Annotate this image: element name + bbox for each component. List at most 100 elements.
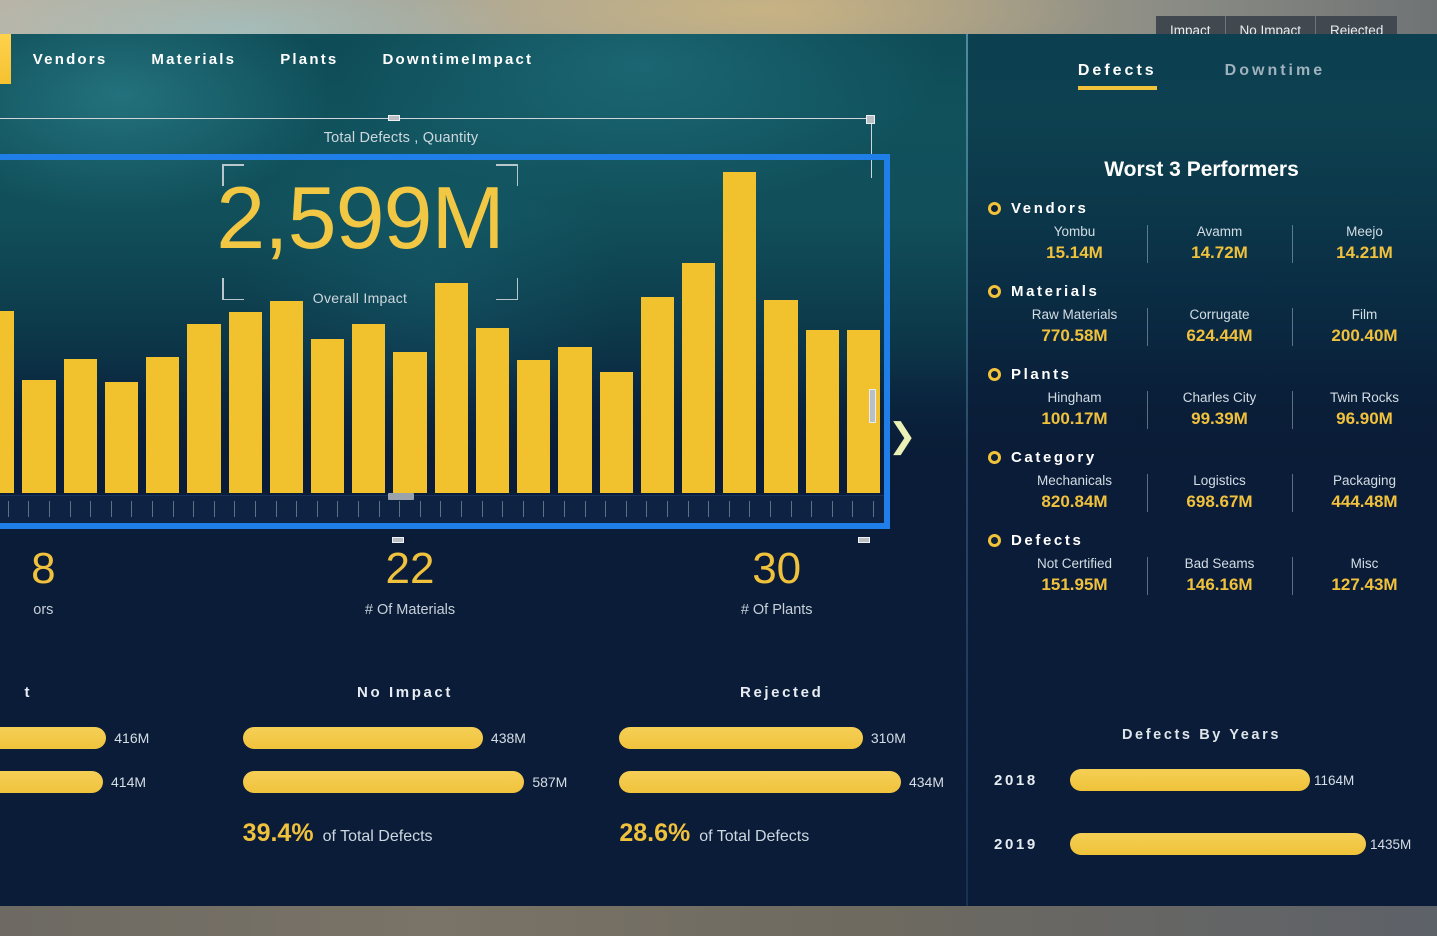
performer-value: 151.95M bbox=[1041, 575, 1108, 594]
section-header: Defects bbox=[988, 532, 1437, 549]
section-title: Vendors bbox=[1011, 200, 1089, 217]
performer-name: Logistics bbox=[1193, 473, 1246, 488]
section-items: Yombu 15.14M Avamm 14.72M Meejo 14.21M bbox=[988, 221, 1437, 269]
performer-item[interactable]: Hingham 100.17M bbox=[1002, 387, 1147, 435]
performer-item[interactable]: Meejo 14.21M bbox=[1292, 221, 1437, 269]
performer-section: Vendors Yombu 15.14M Avamm 14.72M Meejo 14.21M bbox=[966, 200, 1437, 269]
performer-item[interactable]: Twin Rocks 96.90M bbox=[1292, 387, 1437, 435]
impact-bar-row: 414M bbox=[0, 771, 191, 793]
no-impact-percent: 39.4% bbox=[242, 819, 314, 847]
section-items: Not Certified 151.95M Bad Seams 146.16M Misc… bbox=[988, 553, 1437, 601]
performer-value: 99.39M bbox=[1191, 409, 1248, 428]
no-impact-bar-1 bbox=[242, 727, 483, 749]
nav-item-downtimeimpact[interactable]: DowntimeImpact bbox=[360, 34, 555, 84]
performer-item[interactable]: Misc 127.43M bbox=[1292, 553, 1437, 601]
performer-item[interactable]: Corrugate 624.44M bbox=[1147, 304, 1292, 352]
no-impact-bar-row: 438M bbox=[242, 727, 568, 749]
section-items: Hingham 100.17M Charles City 99.39M Twin Roc… bbox=[988, 387, 1437, 435]
selection-top-line bbox=[0, 118, 872, 119]
kpi-plants-label: # Of Plants bbox=[740, 602, 813, 619]
nav-item-vendors[interactable]: Vendors bbox=[11, 34, 130, 84]
selection-handle-top[interactable] bbox=[388, 115, 400, 121]
ring-bullet-icon bbox=[988, 202, 1001, 215]
kpi-vendors-value: 8 bbox=[31, 544, 56, 593]
no-impact-group-title: No Impact bbox=[357, 684, 453, 701]
performer-item[interactable]: Bad Seams 146.16M bbox=[1147, 553, 1292, 601]
selection-handle-bottom-right[interactable] bbox=[858, 537, 870, 543]
rejected-percent-label: of Total Defects bbox=[699, 828, 810, 845]
selection-handle-top-right[interactable] bbox=[866, 115, 875, 124]
ring-bullet-icon bbox=[988, 368, 1001, 381]
selection-handle-right[interactable] bbox=[869, 389, 876, 423]
impact-breakdown-row: t 416M 414M of Total Defects No Impact bbox=[0, 684, 970, 848]
section-title: Plants bbox=[1011, 366, 1072, 383]
no-impact-bar-2-value: 587M bbox=[532, 774, 568, 790]
impact-bar-2 bbox=[0, 771, 103, 793]
kpi-counters-row: 8 ors 22 # Of Materials 30 # Of Plants bbox=[0, 544, 960, 619]
impact-group-rejected: Rejected 310M 434M 28.6% of Total Defect… bbox=[593, 684, 970, 848]
chevron-right-icon[interactable]: ❯ bbox=[888, 419, 917, 453]
performer-section: Defects Not Certified 151.95M Bad Seams 146.… bbox=[966, 532, 1437, 601]
performer-item[interactable]: Packaging 444.48M bbox=[1292, 470, 1437, 518]
year-label-2019: 2019 bbox=[994, 835, 1038, 853]
year-bar-2018 bbox=[1070, 769, 1310, 791]
performer-item[interactable]: Charles City 99.39M bbox=[1147, 387, 1292, 435]
kpi-vendors: 8 ors bbox=[0, 544, 227, 618]
performer-value: 200.40M bbox=[1331, 326, 1398, 345]
year-label-2018: 2018 bbox=[994, 771, 1038, 789]
performer-name: Mechanicals bbox=[1036, 473, 1113, 488]
rejected-bar-2 bbox=[619, 771, 901, 793]
nav-item-materials[interactable]: Materials bbox=[129, 34, 258, 84]
rejected-footer: 28.6% of Total Defects bbox=[619, 819, 944, 848]
section-title: Category bbox=[1011, 449, 1097, 466]
performer-item[interactable]: Mechanicals 820.84M bbox=[1002, 470, 1147, 518]
performer-value: 770.58M bbox=[1041, 326, 1108, 345]
performer-name: Hingham bbox=[1047, 390, 1102, 405]
performer-value: 100.17M bbox=[1041, 409, 1108, 428]
no-impact-bar-2 bbox=[242, 771, 525, 793]
power-bi-report-window: Impact No Impact Rejected iew Vendors Ma… bbox=[0, 0, 1437, 936]
worst-performers-sections: Vendors Yombu 15.14M Avamm 14.72M Meejo 14.21M… bbox=[966, 200, 1437, 615]
performer-name: Meejo bbox=[1346, 224, 1383, 239]
rejected-bar-2-value: 434M bbox=[908, 774, 945, 790]
kpi-materials: 22 # Of Materials bbox=[227, 544, 594, 618]
performer-item[interactable]: Logistics 698.67M bbox=[1147, 470, 1292, 518]
performer-item[interactable]: Avamm 14.72M bbox=[1147, 221, 1292, 269]
panel-title: Worst 3 Performers bbox=[1104, 158, 1299, 181]
section-items: Raw Materials 770.58M Corrugate 624.44M Film… bbox=[988, 304, 1437, 352]
tab-downtime[interactable]: Downtime bbox=[1225, 62, 1325, 90]
performer-item[interactable]: Yombu 15.14M bbox=[1002, 221, 1147, 269]
selection-handle-bottom[interactable] bbox=[392, 537, 404, 543]
performer-name: Bad Seams bbox=[1184, 556, 1255, 571]
performer-item[interactable]: Raw Materials 770.58M bbox=[1002, 304, 1147, 352]
performer-section: Category Mechanicals 820.84M Logistics 698.6… bbox=[966, 449, 1437, 518]
section-title: Defects bbox=[1011, 532, 1084, 549]
nav-item-overview[interactable]: iew bbox=[0, 34, 11, 84]
performer-name: Misc bbox=[1350, 556, 1379, 571]
no-impact-footer: 39.4% of Total Defects bbox=[243, 819, 568, 848]
no-impact-percent-label: of Total Defects bbox=[322, 828, 433, 845]
performer-value: 96.90M bbox=[1336, 409, 1393, 428]
tab-defects[interactable]: Defects bbox=[1077, 62, 1157, 90]
ring-bullet-icon bbox=[988, 534, 1001, 547]
performer-item[interactable]: Film 200.40M bbox=[1292, 304, 1437, 352]
kpi-plants: 30 # Of Plants bbox=[593, 545, 960, 619]
visual-title: Total Defects , Quantity bbox=[323, 130, 479, 146]
performer-name: Avamm bbox=[1196, 224, 1243, 239]
rejected-bar-row: 310M bbox=[619, 727, 944, 749]
performer-name: Not Certified bbox=[1036, 556, 1113, 571]
report-canvas: iew Vendors Materials Plants DowntimeImp… bbox=[0, 34, 1437, 906]
desktop-bottom-band bbox=[0, 906, 1437, 936]
performer-value: 14.21M bbox=[1336, 243, 1393, 262]
nav-item-plants[interactable]: Plants bbox=[258, 34, 360, 84]
impact-group-title: t bbox=[24, 684, 33, 701]
year-row-2018: 2018 1164M bbox=[994, 769, 1424, 791]
performer-name: Yombu bbox=[1053, 224, 1096, 239]
ring-bullet-icon bbox=[988, 285, 1001, 298]
no-impact-bar-row: 587M bbox=[242, 771, 568, 793]
performer-name: Corrugate bbox=[1189, 307, 1250, 322]
performer-item[interactable]: Not Certified 151.95M bbox=[1002, 553, 1147, 601]
rejected-bar-1-value: 310M bbox=[870, 730, 906, 746]
kpi-materials-value: 22 bbox=[385, 544, 435, 593]
section-header: Plants bbox=[988, 366, 1437, 383]
